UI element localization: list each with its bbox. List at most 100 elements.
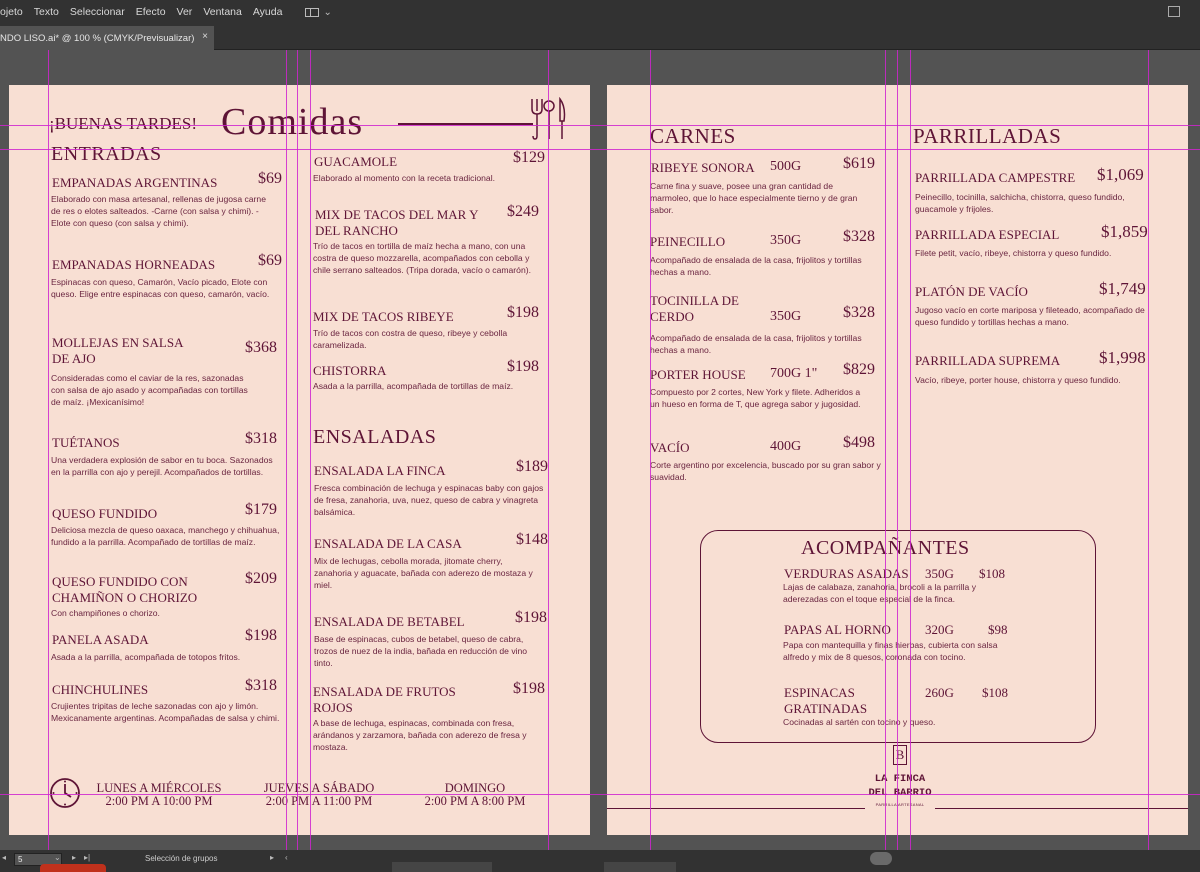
item-desc: Crujientes tripitas de leche sazonadas c… (51, 701, 280, 723)
menu-ver[interactable]: Ver (177, 6, 193, 18)
item-name: VACÍO (650, 440, 690, 455)
section-ensaladas: ENSALADAS (313, 426, 437, 448)
item-name: PEINECILLO (650, 234, 726, 249)
logo-mark: B (893, 745, 907, 765)
item-name: ROJOS (313, 700, 353, 715)
taskbar-app-icon[interactable] (40, 864, 106, 872)
footer-rule-left (607, 808, 865, 809)
item-price: $1,069 (1097, 165, 1144, 184)
item-price: $328 (843, 228, 875, 245)
menu-texto[interactable]: Texto (34, 6, 59, 18)
item-desc: Carne fina y suave, posee una gran canti… (650, 181, 858, 215)
workspace-switcher[interactable]: ⌄ (305, 6, 332, 18)
item-price: $318 (245, 430, 277, 447)
item-price: $198 (507, 304, 539, 321)
item-desc: Acompañado de ensalada de la casa, frijo… (650, 333, 862, 355)
item-weight: 350G (770, 309, 802, 324)
canvas[interactable]: ¡BUENAS TARDES! Comidas ENTRADAS EMPANAD… (0, 50, 1200, 850)
guide[interactable] (297, 50, 298, 850)
item-name: PARRILLADA ESPECIAL (915, 227, 1060, 242)
menu-efecto[interactable]: Efecto (136, 6, 166, 18)
item-weight: 400G (770, 439, 802, 454)
close-tab-icon[interactable]: × (202, 31, 208, 42)
guide[interactable] (286, 50, 287, 850)
item-price: $98 (988, 622, 1008, 637)
menu-ayuda[interactable]: Ayuda (253, 6, 283, 18)
scroll-left-icon[interactable]: ‹ (285, 853, 288, 862)
item-name: ESPINACAS (784, 685, 855, 700)
item-price: $69 (258, 170, 282, 187)
hours-time: 2:00 PM A 10:00 PM (105, 794, 213, 808)
status-text: Selección de grupos (145, 854, 218, 863)
window-icon[interactable] (1168, 6, 1180, 17)
item-desc: Asada a la parrilla, acompañada de totop… (51, 652, 241, 662)
menu-seleccionar[interactable]: Seleccionar (70, 6, 125, 18)
layout-icon (305, 7, 320, 17)
item-name: EMPANADAS ARGENTINAS (52, 175, 218, 190)
item-name: CHISTORRA (313, 363, 387, 378)
item-weight: 350G (770, 233, 802, 248)
item-name: GRATINADAS (784, 701, 868, 716)
item-name: DE AJO (52, 351, 96, 366)
guide[interactable] (0, 794, 1200, 795)
item-name: CHINCHULINES (52, 682, 149, 697)
taskbar-block (604, 862, 676, 872)
next-artboard-icon[interactable]: ▸ (72, 853, 76, 862)
item-desc: Peinecillo, tocinilla, salchicha, chisto… (915, 192, 1125, 214)
chevron-down-icon[interactable]: ⌄ (54, 853, 61, 862)
item-price: $498 (843, 434, 875, 451)
greeting: ¡BUENAS TARDES! (49, 114, 198, 133)
item-desc: Compuesto por 2 cortes, New York y filet… (650, 387, 861, 409)
menu-ventana[interactable]: Ventana (203, 6, 242, 18)
item-name: CERDO (650, 309, 695, 324)
artboard-1[interactable]: ¡BUENAS TARDES! Comidas ENTRADAS EMPANAD… (9, 85, 590, 835)
logo-sub: PARRILLA ARTESANAL (875, 802, 925, 807)
item-desc: Elaborado con masa artesanal, rellenas d… (51, 194, 266, 228)
item-desc: Corte argentino por excelencia, buscado … (650, 460, 881, 482)
document-tab[interactable]: NDO LISO.ai* @ 100 % (CMYK/Previsualizar… (0, 26, 214, 50)
guide[interactable] (897, 50, 898, 850)
hours-time: 2:00 PM A 11:00 PM (265, 794, 373, 808)
illustrator-window: ojeto Texto Seleccionar Efecto Ver Venta… (0, 0, 1200, 872)
item-price: $1,749 (1099, 279, 1146, 298)
scroll-thumb[interactable] (870, 852, 892, 865)
item-price: $108 (982, 685, 1008, 700)
item-name: ENSALADA DE LA CASA (314, 536, 462, 551)
guide[interactable] (1148, 50, 1149, 850)
item-desc: Filete petit, vacío, ribeye, chistorra y… (915, 248, 1112, 258)
guide[interactable] (0, 149, 1200, 150)
guide[interactable] (650, 50, 651, 850)
item-price: $328 (843, 304, 875, 321)
item-name: ENSALADA DE BETABEL (314, 614, 465, 629)
item-price: $198 (245, 627, 277, 644)
item-price: $189 (516, 458, 548, 475)
item-weight: 700G 1" (770, 366, 818, 381)
item-price: $249 (507, 203, 539, 220)
guide[interactable] (0, 125, 1200, 126)
guide[interactable] (310, 50, 311, 850)
status-menu-icon[interactable]: ▸ (270, 853, 274, 862)
item-desc: Fresca combinación de lechuga y espinaca… (314, 483, 544, 517)
chevron-down-icon: ⌄ (323, 6, 332, 18)
document-tab-bar: NDO LISO.ai* @ 100 % (CMYK/Previsualizar… (0, 24, 1200, 50)
item-price: $829 (843, 361, 875, 378)
prev-artboard-icon[interactable]: ◂ (2, 853, 6, 862)
last-artboard-icon[interactable]: ▸| (84, 853, 90, 862)
item-desc: A base de lechuga, espinacas, combinada … (313, 718, 527, 752)
item-desc: Consideradas como el caviar de la res, s… (51, 373, 248, 407)
guide[interactable] (548, 50, 549, 850)
item-name: QUESO FUNDIDO CON (52, 574, 188, 589)
guide[interactable] (885, 50, 886, 850)
item-price: $1,859 (1101, 222, 1148, 241)
status-bar: ◂ 5 ⌄ ▸ ▸| Selección de grupos ▸ ‹ (0, 850, 1200, 872)
menu-objeto[interactable]: ojeto (0, 6, 23, 18)
logo-line1: LA FINCA (874, 773, 926, 785)
item-name: GUACAMOLE (314, 154, 398, 169)
item-name: PARRILLADA SUPREMA (915, 353, 1061, 368)
item-desc: Deliciosa mezcla de queso oaxaca, manche… (51, 525, 280, 547)
item-price: $619 (843, 155, 875, 172)
item-name: MOLLEJAS EN SALSA (52, 335, 184, 350)
fork-knife-icon (531, 97, 566, 140)
guide[interactable] (48, 50, 49, 850)
guide[interactable] (910, 50, 911, 850)
